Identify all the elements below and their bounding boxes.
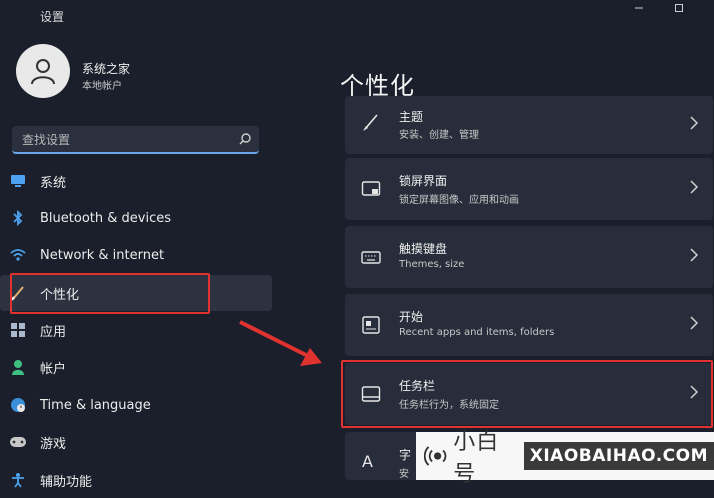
card-title: 主题 [399, 110, 424, 124]
monitor-icon [9, 172, 27, 190]
card-start[interactable]: 开始 Recent apps and items, folders [345, 294, 713, 356]
sidebar-item-label: 辅助功能 [40, 474, 93, 490]
font-icon: A [362, 452, 373, 470]
chevron-right-icon [690, 248, 699, 262]
account-type: 本地帐户 [82, 81, 122, 92]
accessibility-icon [9, 471, 27, 489]
chevron-right-icon [690, 316, 699, 330]
window-title: 设置 [40, 10, 65, 24]
globe-clock-icon [9, 396, 27, 414]
card-subtitle: 锁定屏幕图像、应用和动画 [399, 195, 519, 206]
sidebar-item-label: 应用 [40, 324, 67, 340]
minimize-button[interactable] [628, 0, 650, 16]
apps-grid-icon [9, 321, 27, 339]
keyboard-icon [361, 251, 381, 264]
card-title: 触摸键盘 [399, 242, 448, 256]
chevron-right-icon [690, 180, 699, 194]
sidebar-item-label: 游戏 [40, 436, 67, 452]
sidebar-item-apps[interactable]: 应用 [0, 312, 272, 348]
person-icon [9, 358, 27, 376]
sidebar-item-bluetooth[interactable]: Bluetooth & devices [0, 200, 272, 236]
gamepad-icon [9, 433, 27, 451]
wifi-icon [9, 246, 27, 264]
card-title: 开始 [399, 310, 424, 324]
sidebar-item-label: 帐户 [40, 361, 67, 377]
watermark-cn: 小白号 [453, 430, 500, 487]
bluetooth-icon [9, 209, 27, 227]
card-themes[interactable]: 主题 安装、创建、管理 [345, 96, 713, 154]
card-title: 锁屏界面 [399, 174, 448, 188]
maximize-icon [675, 4, 683, 12]
card-highlight-box [341, 360, 713, 428]
watermark: 小白号 XIAOBAIHAO.COM [416, 430, 714, 487]
card-subtitle: Recent apps and items, folders [399, 327, 555, 338]
sidebar-item-system[interactable]: 系统 [0, 163, 272, 199]
watermark-logo-icon [424, 446, 447, 466]
sidebar-item-time-language[interactable]: Time & language [0, 387, 272, 423]
lock-screen-icon [361, 181, 381, 196]
brush-icon [363, 114, 378, 131]
search-box[interactable] [12, 126, 259, 154]
card-lock-screen[interactable]: 锁屏界面 锁定屏幕图像、应用和动画 [345, 158, 713, 220]
svg-text:A: A [362, 452, 373, 470]
sidebar-item-accessibility[interactable]: 辅助功能 [0, 462, 272, 498]
person-icon [31, 59, 55, 85]
sidebar-item-label: Network & internet [40, 247, 165, 263]
sidebar-highlight-box [10, 273, 210, 314]
watermark-en: XIAOBAIHAO.COM [523, 442, 714, 470]
card-subtitle: 安装、创建、管理 [399, 130, 479, 141]
user-name: 系统之家 [82, 62, 131, 76]
minimize-icon [635, 7, 643, 9]
start-menu-icon [362, 316, 380, 334]
maximize-button[interactable] [668, 0, 690, 16]
card-title: 字 [399, 448, 412, 462]
sidebar-item-label: Bluetooth & devices [40, 210, 171, 226]
search-icon[interactable] [237, 131, 253, 147]
sidebar-item-network[interactable]: Network & internet [0, 237, 272, 273]
chevron-right-icon [690, 116, 699, 130]
sidebar-item-label: 系统 [40, 175, 67, 191]
card-subtitle: 安 [399, 469, 409, 480]
sidebar-item-accounts[interactable]: 帐户 [0, 349, 272, 385]
search-input[interactable] [20, 130, 224, 150]
card-touch-keyboard[interactable]: 触摸键盘 Themes, size [345, 226, 713, 288]
sidebar-item-label: Time & language [40, 397, 151, 413]
sidebar-item-gaming[interactable]: 游戏 [0, 424, 272, 460]
card-subtitle: Themes, size [399, 259, 465, 270]
avatar[interactable] [16, 44, 70, 98]
